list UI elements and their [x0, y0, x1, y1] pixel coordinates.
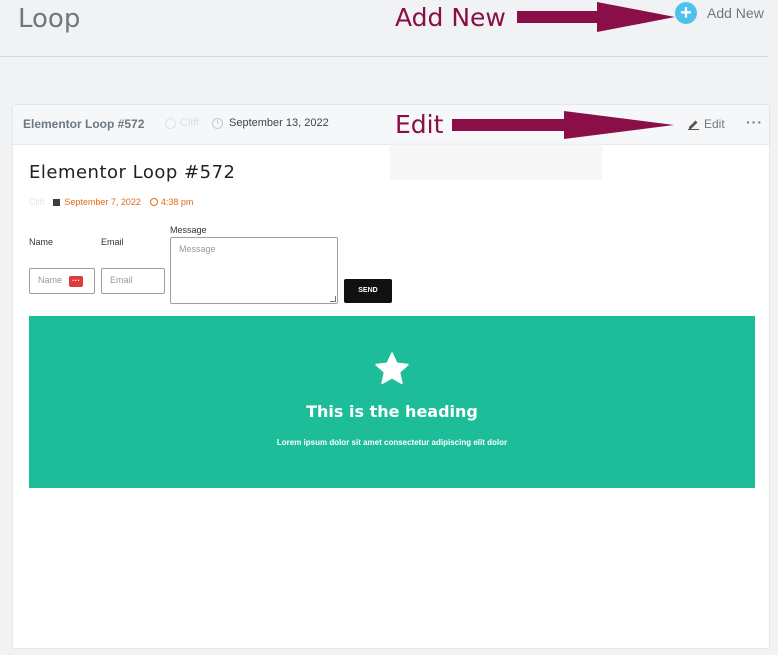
add-new-button[interactable]: + Add New — [675, 2, 764, 24]
meta-time-text: 4:38 pm — [160, 197, 194, 207]
password-manager-icon[interactable]: ··· — [69, 276, 83, 287]
resize-handle[interactable] — [330, 296, 336, 302]
banner-text: Lorem ipsum dolor sit amet consectetur a… — [276, 438, 508, 447]
annotation-arrow-add-new — [517, 2, 675, 32]
add-new-label: Add New — [707, 5, 764, 21]
page-title: Loop — [18, 4, 81, 34]
preview-title: Elementor Loop #572 — [29, 162, 236, 183]
loop-item-preview: Elementor Loop #572 Cliff September 7, 2… — [23, 155, 761, 639]
annotation-edit: Edit — [395, 110, 444, 139]
name-field[interactable]: Name ··· — [29, 268, 95, 294]
meta-date: September 7, 2022 — [53, 197, 141, 207]
post-meta: Cliff September 7, 2022 4:38 pm — [29, 197, 193, 207]
star-icon — [375, 352, 409, 385]
banner-heading: This is the heading — [306, 402, 478, 421]
card-date-text: September 13, 2022 — [229, 117, 329, 129]
meta-time: 4:38 pm — [149, 197, 194, 207]
annotation-arrow-edit — [452, 111, 674, 139]
edit-button[interactable]: Edit — [688, 117, 725, 131]
message-placeholder: Message — [179, 244, 216, 254]
message-label: Message — [170, 225, 207, 235]
hover-highlight — [390, 140, 602, 180]
card-title: Elementor Loop #572 — [23, 117, 145, 131]
send-button[interactable]: SEND — [344, 279, 392, 303]
meta-author: Cliff — [29, 197, 45, 207]
edit-label: Edit — [704, 117, 725, 131]
name-placeholder: Name — [38, 275, 63, 285]
clock-icon — [149, 198, 158, 206]
plus-circle-icon: + — [675, 2, 697, 24]
email-label: Email — [101, 237, 124, 247]
card-author-name: Cliff — [180, 117, 199, 129]
card-date: September 13, 2022 — [212, 117, 329, 129]
name-label: Name — [29, 237, 54, 247]
more-options-button[interactable]: ··· — [746, 114, 763, 130]
loop-item-card: Elementor Loop #572 Cliff September 13, … — [12, 104, 770, 649]
pencil-icon — [688, 120, 699, 130]
card-author: Cliff — [165, 117, 199, 129]
annotation-add-new: Add New — [395, 3, 506, 32]
email-field[interactable]: Email — [101, 268, 165, 294]
user-icon — [165, 117, 176, 129]
header-divider — [0, 56, 768, 57]
clock-icon — [212, 117, 223, 129]
email-placeholder: Email — [110, 275, 133, 285]
meta-date-text: September 7, 2022 — [64, 197, 141, 207]
message-field[interactable]: Message — [170, 237, 338, 304]
calendar-icon — [53, 198, 61, 206]
cta-banner: This is the heading Lorem ipsum dolor si… — [29, 316, 755, 488]
